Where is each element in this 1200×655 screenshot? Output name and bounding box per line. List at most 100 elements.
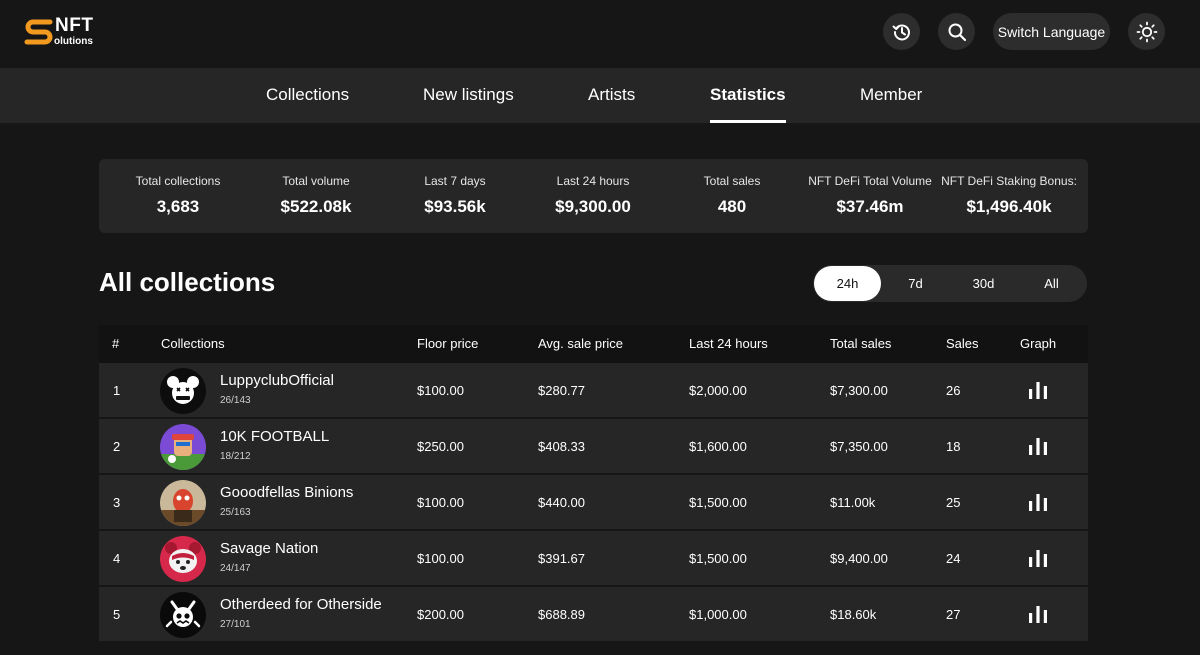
nav-statistics[interactable]: Statistics: [710, 68, 786, 123]
row-sales: 24: [946, 551, 961, 566]
row-last-24-hours: $1,500.00: [689, 495, 747, 510]
logo-brand: NFT: [55, 15, 94, 36]
collection-count: 27/101: [220, 619, 251, 630]
collection-avatar[interactable]: [160, 368, 206, 414]
table-row[interactable]: 2 10K FOOTBALL 18/212 $250.00 $408.33 $1…: [99, 419, 1088, 474]
row-total-sales: $9,400.00: [830, 551, 888, 566]
top-header: NFT olutions Switch Language: [0, 0, 1200, 68]
stat-defi-total-volume: NFT DeFi Total Volume $37.46m: [800, 159, 940, 233]
collection-image: [160, 424, 206, 470]
header-avg-sale-price[interactable]: Avg. sale price: [538, 325, 623, 363]
collection-name[interactable]: Otherdeed for Otherside: [220, 596, 382, 613]
bar-chart-icon[interactable]: [1028, 381, 1048, 399]
row-avg-sale-price: $391.67: [538, 551, 585, 566]
header-graph: Graph: [1020, 336, 1057, 351]
row-sales: 18: [946, 439, 961, 454]
header-sales[interactable]: Sales: [946, 325, 979, 363]
row-floor-price: $100.00: [417, 495, 464, 510]
row-total-sales: $18.60k: [830, 607, 877, 622]
row-floor-price: $250.00: [417, 439, 464, 454]
collections-table: # Collections Floor price Avg. sale pric…: [99, 325, 1088, 655]
bar-chart-icon[interactable]: [1028, 605, 1048, 623]
logo-s-mark: [24, 19, 53, 45]
row-floor-price: $100.00: [417, 383, 464, 398]
table-header: # Collections Floor price Avg. sale pric…: [99, 325, 1088, 363]
stat-total-collections: Total collections 3,683: [108, 159, 248, 233]
collection-name[interactable]: LuppyclubOfficial: [220, 372, 334, 389]
header-last-24-hours[interactable]: Last 24 hours: [689, 325, 768, 363]
nav-member[interactable]: Member: [860, 68, 922, 123]
collection-name[interactable]: 10K FOOTBALL: [220, 428, 329, 445]
history-button[interactable]: [883, 13, 920, 50]
time-range-filter: 24h 7d 30d All: [813, 265, 1087, 302]
row-rank: 2: [113, 439, 121, 454]
collection-avatar[interactable]: [160, 592, 206, 638]
filter-24h[interactable]: 24h: [814, 266, 881, 301]
row-sales: 26: [946, 383, 961, 398]
collection-image: [160, 368, 206, 414]
collection-image: [160, 536, 206, 582]
stat-last-7-days: Last 7 days $93.56k: [385, 159, 525, 233]
table-row[interactable]: 5 Otherdeed for Otherside 27/101 $200.00…: [99, 587, 1088, 642]
row-total-sales: $7,300.00: [830, 383, 888, 398]
bar-chart-icon[interactable]: [1028, 493, 1048, 511]
row-last-24-hours: $1,600.00: [689, 439, 747, 454]
bar-chart-icon[interactable]: [1028, 549, 1048, 567]
row-floor-price: $200.00: [417, 607, 464, 622]
stat-label: NFT DeFi Staking Bonus:: [941, 174, 1077, 188]
row-last-24-hours: $2,000.00: [689, 383, 747, 398]
logo-subtitle: olutions: [54, 36, 93, 47]
row-rank: 4: [113, 551, 121, 566]
row-avg-sale-price: $408.33: [538, 439, 585, 454]
collection-image: [160, 592, 206, 638]
collection-count: 26/143: [220, 395, 251, 406]
stat-value: $1,496.40k: [966, 197, 1052, 216]
table-row[interactable]: 1 LuppyclubOfficial 26/143 $100.00 $280.…: [99, 363, 1088, 418]
switch-language-button[interactable]: Switch Language: [993, 13, 1110, 50]
filter-7d[interactable]: 7d: [882, 266, 949, 301]
theme-toggle-button[interactable]: [1128, 13, 1165, 50]
collection-image: [160, 480, 206, 526]
nav-collections[interactable]: Collections: [266, 68, 349, 123]
collection-name[interactable]: Gooodfellas Binions: [220, 484, 353, 501]
table-row[interactable]: 4 Savage Nation 24/147 $100.00 $391.67 $…: [99, 531, 1088, 586]
main-nav: Collections New listings Artists Statist…: [0, 68, 1200, 123]
nav-new-listings[interactable]: New listings: [423, 68, 514, 123]
stat-last-24-hours: Last 24 hours $9,300.00: [523, 159, 663, 233]
stat-total-sales: Total sales 480: [662, 159, 802, 233]
collection-count: 18/212: [220, 451, 251, 462]
section-title: All collections: [99, 267, 276, 297]
row-avg-sale-price: $280.77: [538, 383, 585, 398]
row-rank: 1: [113, 383, 121, 398]
stat-defi-staking-bonus: NFT DeFi Staking Bonus: $1,496.40k: [939, 159, 1079, 233]
sun-icon: [1136, 21, 1157, 42]
header-rank: #: [112, 336, 120, 351]
stats-panel: Total collections 3,683 Total volume $52…: [99, 159, 1088, 233]
row-total-sales: $7,350.00: [830, 439, 888, 454]
logo[interactable]: NFT olutions: [24, 16, 104, 50]
row-last-24-hours: $1,000.00: [689, 607, 747, 622]
row-floor-price: $100.00: [417, 551, 464, 566]
header-total-sales[interactable]: Total sales: [830, 325, 891, 363]
row-avg-sale-price: $688.89: [538, 607, 585, 622]
collection-avatar[interactable]: [160, 536, 206, 582]
row-last-24-hours: $1,500.00: [689, 551, 747, 566]
row-avg-sale-price: $440.00: [538, 495, 585, 510]
header-floor-price[interactable]: Floor price: [417, 325, 478, 363]
row-rank: 5: [113, 607, 121, 622]
search-icon: [948, 23, 966, 41]
row-sales: 27: [946, 607, 961, 622]
collection-avatar[interactable]: [160, 480, 206, 526]
filter-all[interactable]: All: [1018, 266, 1085, 301]
header-collections: Collections: [161, 336, 225, 351]
collection-name[interactable]: Savage Nation: [220, 540, 318, 557]
collection-avatar[interactable]: [160, 424, 206, 470]
row-sales: 25: [946, 495, 961, 510]
collection-count: 24/147: [220, 563, 251, 574]
search-button[interactable]: [938, 13, 975, 50]
filter-30d[interactable]: 30d: [950, 266, 1017, 301]
bar-chart-icon[interactable]: [1028, 437, 1048, 455]
nav-artists[interactable]: Artists: [588, 68, 635, 123]
table-row[interactable]: 3 Gooodfellas Binions 25/163 $100.00 $44…: [99, 475, 1088, 530]
row-rank: 3: [113, 495, 121, 510]
